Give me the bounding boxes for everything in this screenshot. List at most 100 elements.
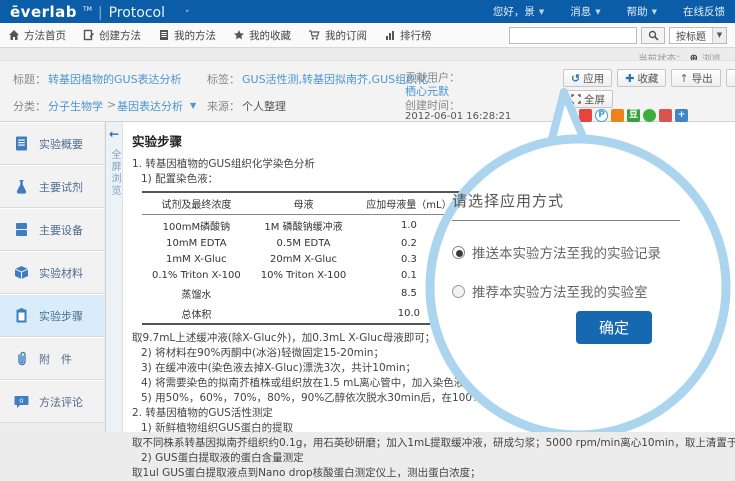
- help-menu[interactable]: 帮助▼: [627, 4, 657, 19]
- flask-icon: [13, 178, 30, 195]
- step-line: 5) 用50%，60%，70%，80%，90%乙醇依次脱水30min后，在100…: [132, 391, 735, 406]
- title-label: 标题：: [13, 71, 46, 87]
- clipboard-icon: [13, 307, 30, 324]
- fullscreen-browse-toggle[interactable]: 全屏浏览: [109, 149, 120, 197]
- comment-icon: 0: [13, 393, 30, 410]
- sidebar-item-attachments[interactable]: 附 件: [0, 337, 104, 380]
- table-header: 应加母液量（mL）: [356, 192, 461, 215]
- bar-chart-icon: [384, 29, 396, 41]
- product-name: Protocol: [109, 5, 165, 21]
- user-menu[interactable]: 您好，景▼: [493, 4, 544, 19]
- apply-button[interactable]: ↺应用: [563, 69, 612, 87]
- share-icon-3[interactable]: P: [595, 109, 608, 122]
- sidebar-item-reagents[interactable]: 主要试剂: [0, 165, 104, 208]
- category-sub-link[interactable]: 基因表达分析: [117, 98, 183, 114]
- radio-unselected-icon[interactable]: [452, 285, 465, 298]
- nav-my-subscriptions[interactable]: 我的订阅: [308, 28, 367, 43]
- export-button[interactable]: ↑导出: [671, 69, 720, 87]
- page: ēverlabTM | Protocol ˅ 您好，景▼ 消息▼ 帮助▼ 在线反…: [0, 0, 735, 432]
- nav-my-methods[interactable]: 我的方法: [158, 28, 216, 43]
- protocol-meta-panel: 标题： 转基因植物的GUS表达分析 标签： GUS活性测,转基因拟南芥,GUS组…: [0, 60, 735, 122]
- popup-options: 推送本实验方法至我的实验记录 推荐本实验方法至我的实验室: [452, 242, 714, 301]
- sidebar-item-overview[interactable]: 实验概要: [0, 122, 104, 165]
- chevron-down-icon: ▼: [652, 8, 657, 16]
- share-more-icon[interactable]: +: [675, 109, 688, 122]
- sidebar-item-steps[interactable]: 实验步骤: [0, 294, 104, 337]
- sidebar-item-comments[interactable]: 0方法评论: [0, 380, 104, 423]
- fullscreen-icon: [571, 94, 581, 104]
- feedback-link[interactable]: 在线反馈: [683, 4, 725, 19]
- home-icon: [8, 29, 20, 41]
- apply-method-popup: 请选择应用方式 推送本实验方法至我的实验记录 推荐本实验方法至我的实验室 确定: [452, 190, 714, 320]
- option-label: 推送本实验方法至我的实验记录: [472, 242, 661, 262]
- messages-menu[interactable]: 消息▼: [570, 4, 600, 19]
- nav-bar: 方法首页 创建方法 我的方法 我的收藏 我的订阅 排行榜 按标题 ▼: [0, 23, 735, 48]
- reagent-table: 试剂及最终浓度 母液 应加母液量（mL） 100mM磷酸钠1M 磷酸钠缓冲液1.…: [142, 191, 462, 325]
- share-icon-5[interactable]: 豆: [627, 109, 640, 122]
- share-icon-4[interactable]: [611, 109, 624, 122]
- chevron-down-icon: ▼: [595, 8, 600, 16]
- favorite-button[interactable]: ✚收藏: [617, 69, 666, 87]
- export-icon: ↑: [679, 72, 688, 85]
- logo-divider: |: [98, 5, 103, 21]
- search-category-select[interactable]: 按标题 ▼: [669, 27, 727, 44]
- share-icon-7[interactable]: [659, 109, 672, 122]
- nav-my-favorites[interactable]: 我的收藏: [233, 28, 291, 43]
- tags-label: 标签：: [207, 71, 240, 87]
- action-buttons: ↺应用 ✚收藏 ↑导出 打印: [563, 69, 735, 87]
- category-label: 分类：: [13, 98, 46, 114]
- confirm-button[interactable]: 确定: [576, 311, 652, 344]
- protocol-title-link[interactable]: 转基因植物的GUS表达分析: [48, 71, 182, 87]
- table-row: 0.1% Triton X-10010% Triton X-1000.1: [142, 267, 462, 283]
- back-arrow-icon[interactable]: ←: [106, 127, 122, 141]
- print-button[interactable]: 打印: [726, 69, 735, 87]
- sidebar: 实验概要 主要试剂 主要设备 实验材料 实验步骤 附 件 0方法评论: [0, 122, 104, 432]
- sidebar-item-materials[interactable]: 实验材料: [0, 251, 104, 294]
- table-row: 蒸馏水8.5: [142, 283, 462, 303]
- sidebar-item-equipment[interactable]: 主要设备: [0, 208, 104, 251]
- table-row: 10mM EDTA0.5M EDTA0.2: [142, 235, 462, 251]
- step-line: 1. 转基因植物的GUS组织化学染色分析: [132, 157, 735, 172]
- step-line: 2. 转基因植物的GUS活性测定: [132, 406, 735, 421]
- section-heading: 实验步骤: [132, 131, 735, 150]
- nav-create-method[interactable]: 创建方法: [83, 28, 141, 43]
- option-label: 推荐本实验方法至我的实验室: [472, 281, 648, 301]
- nav-method-home[interactable]: 方法首页: [8, 28, 66, 43]
- star-icon: [233, 29, 245, 41]
- logo-tm: TM: [83, 6, 92, 13]
- share-icon-6[interactable]: [643, 109, 656, 122]
- option-push-to-records[interactable]: 推送本实验方法至我的实验记录: [452, 242, 714, 262]
- product-dropdown-icon[interactable]: ˅: [185, 10, 190, 20]
- paperclip-icon: [13, 350, 30, 367]
- step-line: 2) GUS蛋白提取液的蛋白含量测定: [132, 451, 735, 466]
- share-icon-2[interactable]: [579, 109, 592, 122]
- share-icon-1[interactable]: f: [563, 109, 576, 122]
- created-value: 2012-06-01 16:28:21: [405, 111, 511, 122]
- create-icon: [83, 29, 95, 41]
- chevron-down-icon: ▼: [712, 28, 726, 43]
- category-separator: >: [107, 98, 116, 111]
- fullscreen-strip: ← 全屏浏览: [106, 122, 123, 432]
- favorite-plus-icon: ✚: [625, 72, 634, 85]
- search-icon: [648, 30, 659, 41]
- nav-items: 方法首页 创建方法 我的方法 我的收藏 我的订阅 排行榜: [8, 28, 432, 43]
- share-icons-row: f P 豆 +: [563, 109, 688, 122]
- search-area: 按标题 ▼: [509, 27, 727, 44]
- radio-selected-icon[interactable]: [452, 246, 465, 259]
- option-recommend-to-lab[interactable]: 推荐本实验方法至我的实验室: [452, 281, 714, 301]
- search-button[interactable]: [641, 27, 665, 44]
- search-category-value: 按标题: [670, 28, 712, 43]
- search-input[interactable]: [509, 27, 637, 44]
- category-expand-icon[interactable]: ▼: [190, 101, 196, 110]
- top-menu: 您好，景▼ 消息▼ 帮助▼ 在线反馈: [493, 4, 725, 19]
- table-header: 母液: [251, 192, 357, 215]
- source-label: 来源：: [207, 98, 240, 114]
- svg-text:0: 0: [19, 397, 23, 405]
- category-main-link[interactable]: 分子生物学: [48, 98, 103, 114]
- popup-title: 请选择应用方式: [452, 190, 714, 211]
- document-icon: [13, 135, 30, 152]
- fullscreen-button[interactable]: 全屏: [563, 90, 613, 108]
- table-row: 总体积10.0: [142, 303, 462, 324]
- brand-logo[interactable]: ēverlabTM | Protocol ˅: [10, 3, 190, 21]
- nav-ranking[interactable]: 排行榜: [384, 28, 432, 43]
